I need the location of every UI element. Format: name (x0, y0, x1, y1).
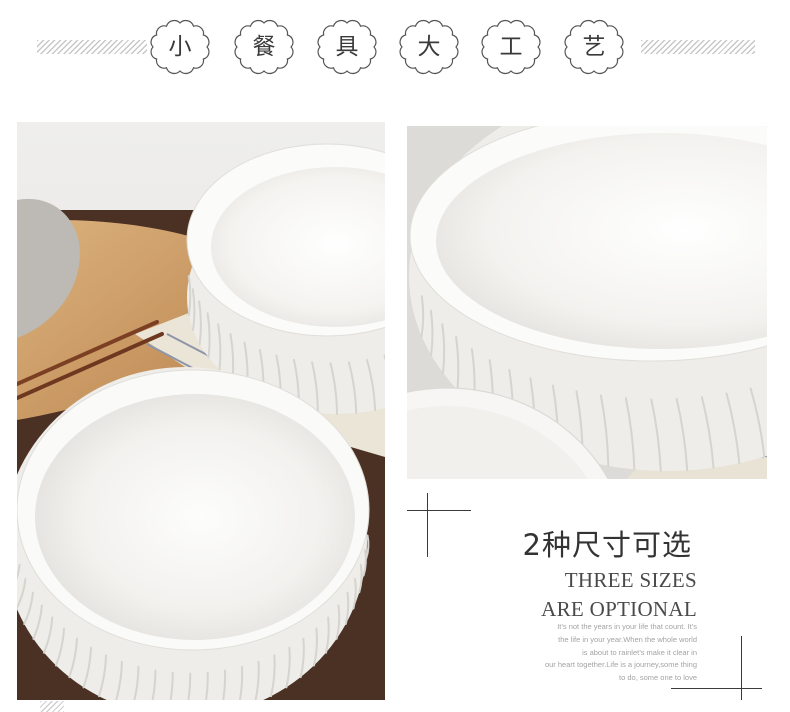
badge-character: 工 (499, 34, 523, 60)
header-badge-2: 餐 (232, 19, 296, 75)
sizes-title-chinese: 2种尺寸可选 (522, 528, 692, 562)
header-badge-1: 小 (148, 19, 212, 75)
decor-horizontal-line-top (407, 510, 471, 511)
badge-character: 小 (168, 34, 192, 60)
quote-line: the life in your year.When the whole wor… (558, 634, 697, 644)
badge-character: 艺 (582, 34, 606, 60)
header-badge-4: 大 (397, 19, 461, 75)
badge-character: 具 (335, 34, 359, 60)
left-product-photo (17, 122, 385, 700)
decor-vertical-line-bottom (741, 636, 742, 700)
small-bowl (17, 367, 370, 700)
quote-line: is about to rainlet’s make it clear in (582, 647, 697, 657)
quote-paragraph: It’s not the years in your life that cou… (545, 621, 697, 685)
header-badge-3: 具 (315, 19, 379, 75)
decor-horizontal-line-bottom (671, 688, 762, 689)
left-hatch-decoration (37, 40, 147, 54)
badge-character: 餐 (252, 34, 276, 60)
quote-line: our heart together.Life is a journey,som… (544, 660, 697, 670)
corner-hatch-decoration (40, 701, 64, 712)
header-badge-5: 工 (479, 19, 543, 75)
quote-line: It’s not the years in your life that cou… (557, 622, 697, 631)
sizes-title-line-1: THREE SIZES (564, 568, 697, 592)
quote-line: to do, some one to love (619, 673, 697, 683)
badge-character: 大 (417, 34, 441, 60)
sizes-title-english: THREE SIZES ARE OPTIONAL (541, 566, 697, 624)
sizes-title-line-2: ARE OPTIONAL (541, 597, 697, 621)
decor-vertical-line-top (427, 493, 428, 557)
header-badge-6: 艺 (562, 19, 626, 75)
right-product-photo (407, 126, 767, 479)
right-hatch-decoration (641, 40, 755, 54)
